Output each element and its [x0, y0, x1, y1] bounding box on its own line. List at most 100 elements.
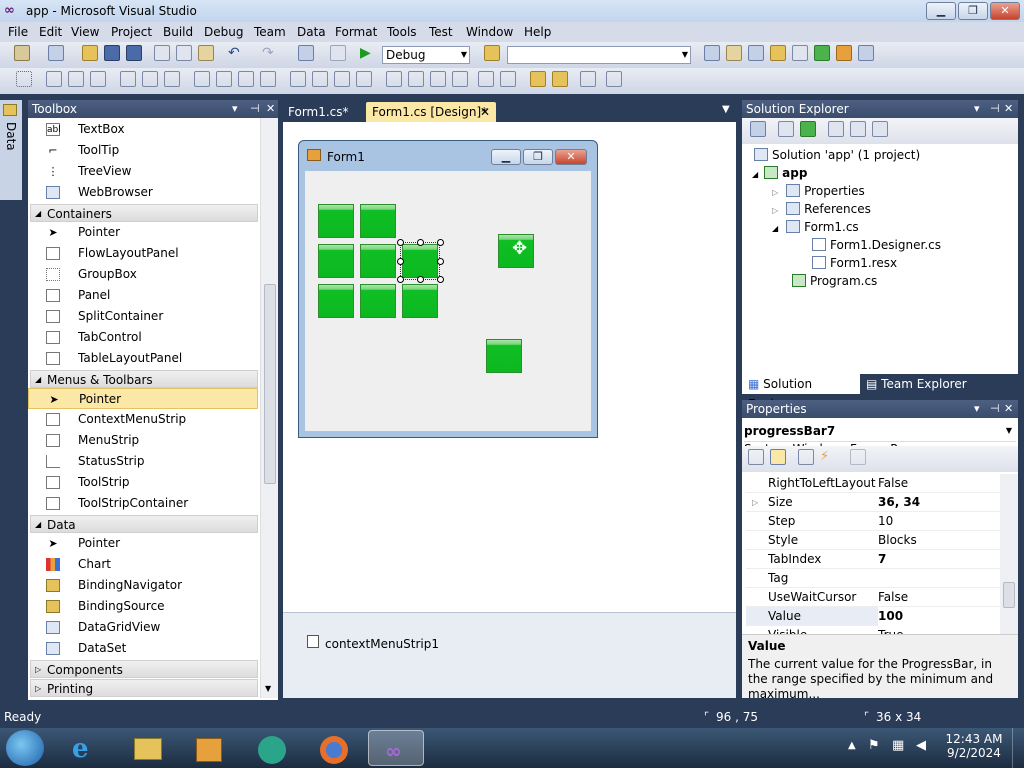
toolbox-item-flowlayoutpanel[interactable]: FlowLayoutPanel	[28, 243, 258, 264]
property-pages-icon[interactable]	[850, 449, 866, 465]
close-icon[interactable]: ✕	[1004, 400, 1013, 418]
scrollbar-thumb[interactable]	[1003, 582, 1015, 608]
find-in-files-icon[interactable]	[484, 45, 500, 61]
start-debugging-icon[interactable]: ▶	[360, 45, 376, 61]
align-lefts-icon[interactable]	[46, 71, 62, 87]
property-row[interactable]: Tag	[746, 569, 1000, 588]
tree-program-cs[interactable]: Program.cs	[792, 272, 877, 290]
toolbox-item-textbox[interactable]: abl TextBox	[28, 119, 258, 140]
server-explorer-icon[interactable]	[836, 45, 852, 61]
menu-view[interactable]: View	[67, 24, 103, 40]
align-to-grid-icon[interactable]	[16, 71, 32, 87]
tray-item-contextmenustrip1[interactable]: contextMenuStrip1	[325, 637, 439, 651]
property-value[interactable]: False	[878, 474, 908, 493]
close-tab-icon[interactable]: ✕	[480, 102, 490, 122]
property-row[interactable]: ▷ Size 36, 34	[746, 493, 1000, 512]
show-hidden-icons-icon[interactable]: ▲	[848, 740, 856, 751]
clock[interactable]: 12:43 AM 9/2/2024	[944, 732, 1004, 760]
vertical-spacing-icon[interactable]	[386, 71, 402, 87]
tab-team-explorer[interactable]: ▤ Team Explorer	[866, 374, 967, 394]
cut-icon[interactable]	[154, 45, 170, 61]
solution-configuration-select[interactable]: Debug ▼	[382, 46, 470, 64]
resize-handle[interactable]	[417, 276, 424, 283]
decrease-horizontal-spacing-icon[interactable]	[334, 71, 350, 87]
resize-handle[interactable]	[437, 258, 444, 265]
toolbox-item-menustrip[interactable]: MenuStrip	[28, 430, 258, 451]
progress-bar[interactable]	[360, 244, 396, 278]
tools-icon[interactable]	[792, 45, 808, 61]
toolbox-item-contextmenustrip[interactable]: ContextMenuStrip	[28, 409, 258, 430]
property-value[interactable]: 36, 34	[878, 493, 920, 512]
toolbox-item-treeview[interactable]: ⋮ TreeView	[28, 161, 258, 182]
menu-help[interactable]: Help	[520, 24, 555, 40]
command-window-icon[interactable]	[858, 45, 874, 61]
progress-bar[interactable]	[318, 204, 354, 238]
network-icon[interactable]: ▦	[892, 738, 904, 753]
property-value[interactable]: True	[878, 626, 904, 634]
tab-order-icon[interactable]	[580, 71, 596, 87]
toolbox-item-dataset[interactable]: DataSet	[28, 638, 258, 659]
toolbox-item-bindingnavigator[interactable]: BindingNavigator	[28, 575, 258, 596]
menu-format[interactable]: Format	[331, 24, 381, 40]
scrollbar-thumb[interactable]	[264, 284, 276, 484]
view-code-icon[interactable]	[828, 121, 844, 137]
make-same-width-icon[interactable]	[194, 71, 210, 87]
taskbar-firefox[interactable]	[308, 730, 360, 766]
toolbox-item-toolstripcontainer[interactable]: ToolStripContainer	[28, 493, 258, 514]
minimize-button[interactable]: ▁	[926, 2, 956, 20]
alphabetical-icon[interactable]	[770, 449, 786, 465]
property-value[interactable]: 7	[878, 550, 886, 569]
extension-manager-icon[interactable]	[814, 45, 830, 61]
pin-icon[interactable]: ⊣	[990, 400, 1000, 418]
center-vertically-icon[interactable]	[500, 71, 516, 87]
menu-project[interactable]: Project	[107, 24, 156, 40]
toolbox-item-groupbox[interactable]: GroupBox	[28, 264, 258, 285]
navigate-backward-icon[interactable]	[298, 45, 314, 61]
dropdown-icon[interactable]: ▾	[974, 100, 980, 118]
progress-bar[interactable]	[360, 284, 396, 318]
make-same-size-icon[interactable]	[260, 71, 276, 87]
new-project-icon[interactable]	[14, 45, 30, 61]
property-row-selected[interactable]: Value 100	[746, 607, 1000, 626]
properties-window-icon[interactable]	[726, 45, 742, 61]
redo-icon[interactable]: ↷	[262, 45, 278, 61]
category-printing[interactable]: ▷ Printing	[30, 679, 258, 697]
property-row[interactable]: Visible True	[746, 626, 1000, 634]
dropdown-icon[interactable]: ▾	[974, 400, 980, 418]
expand-icon[interactable]: ▷	[752, 493, 758, 512]
refresh-icon[interactable]	[800, 121, 816, 137]
toolbox-item-tooltip[interactable]: ⌐ ToolTip	[28, 140, 258, 161]
toolbox-item-tabcontrol[interactable]: TabControl	[28, 327, 258, 348]
property-value[interactable]: Blocks	[878, 531, 917, 550]
increase-horizontal-spacing-icon[interactable]	[312, 71, 328, 87]
tree-properties[interactable]: ▷ Properties	[772, 182, 865, 200]
category-data[interactable]: ◢ Data	[30, 515, 258, 533]
size-to-grid-icon[interactable]	[216, 71, 232, 87]
progress-bar[interactable]	[360, 204, 396, 238]
properties-scrollbar[interactable]	[1000, 474, 1018, 634]
category-components[interactable]: ▷ Components	[30, 660, 258, 678]
toolbox-scrollbar[interactable]: ▼	[260, 118, 278, 698]
property-value[interactable]: False	[878, 588, 908, 607]
toolbox-item-bindingsource[interactable]: BindingSource	[28, 596, 258, 617]
close-icon[interactable]: ✕	[1004, 100, 1013, 118]
resize-handle[interactable]	[397, 258, 404, 265]
start-button[interactable]	[6, 730, 44, 766]
class-diagram-icon[interactable]	[872, 121, 888, 137]
align-middles-icon[interactable]	[142, 71, 158, 87]
property-row[interactable]: UseWaitCursor False	[746, 588, 1000, 607]
property-row[interactable]: Step 10	[746, 512, 1000, 531]
align-centers-icon[interactable]	[68, 71, 84, 87]
taskbar-internet-explorer[interactable]: e	[60, 730, 112, 766]
property-value[interactable]: 100	[878, 607, 1000, 626]
resize-handle[interactable]	[397, 276, 404, 283]
close-icon[interactable]: ✕	[266, 100, 275, 118]
toolbox-item-splitcontainer[interactable]: SplitContainer	[28, 306, 258, 327]
volume-icon[interactable]: ◀	[916, 738, 926, 753]
toolbox-icon[interactable]	[770, 45, 786, 61]
tree-form1-resx[interactable]: Form1.resx	[812, 254, 897, 272]
active-files-dropdown-icon[interactable]: ▼	[722, 104, 730, 115]
property-row[interactable]: RightToLeftLayout False	[746, 474, 1000, 493]
resize-handle[interactable]	[397, 239, 404, 246]
resize-handle[interactable]	[437, 239, 444, 246]
